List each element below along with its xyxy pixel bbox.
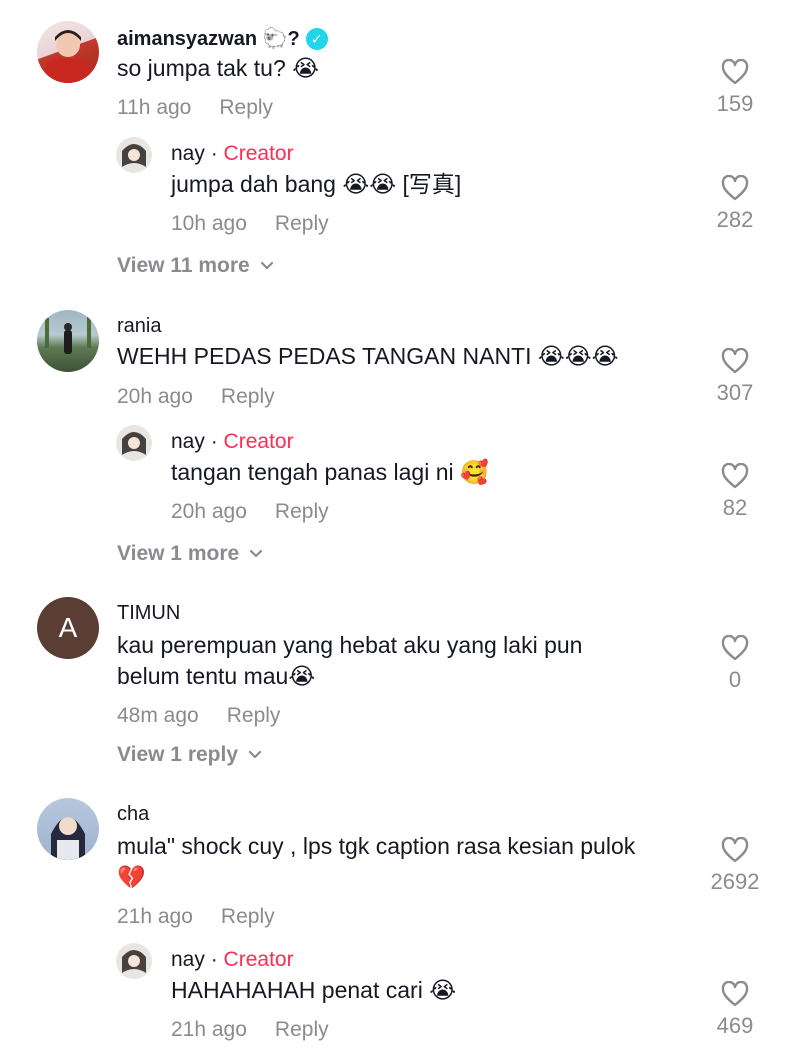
reply-author: nay · Creator [171, 948, 294, 972]
avatar-letter: A [58, 612, 78, 643]
comment-time: 11h ago [117, 96, 192, 119]
heart-outline-icon[interactable] [721, 348, 749, 374]
like-count: 282 [716, 207, 754, 232]
view-more-label[interactable]: View 1 reply [117, 743, 238, 767]
like-button[interactable]: 469 [700, 981, 770, 1039]
reply-text: HAHAHAHAH penat cari 😭 [171, 977, 457, 1003]
avatar-cha[interactable] [37, 798, 99, 860]
like-button[interactable]: 307 [700, 348, 770, 406]
like-count: 307 [716, 380, 754, 405]
comment-time: 20h ago [117, 385, 193, 408]
like-count: 0 [728, 667, 742, 692]
heart-outline-icon[interactable] [721, 59, 749, 85]
reply-button[interactable]: Reply [275, 500, 329, 523]
separator: · [210, 142, 218, 165]
reply-meta: 10h ago Reply [171, 212, 329, 236]
heart-outline-icon[interactable] [721, 981, 749, 1007]
comment-username[interactable]: aimansyazwan 🐑? ✓ [117, 26, 328, 51]
like-button[interactable]: 0 [700, 635, 770, 693]
reply-username[interactable]: nay [171, 142, 205, 165]
comment-text-line: kau perempuan yang hebat aku yang laki p… [117, 632, 583, 658]
comment-text-line: mula" shock cuy , lps tgk caption rasa k… [117, 833, 636, 859]
reply-author: nay · Creator [171, 142, 294, 166]
avatar-aimansyazwan[interactable] [37, 21, 99, 83]
avatar-nay[interactable] [116, 137, 152, 173]
creator-label: Creator [223, 948, 294, 971]
avatar-nay[interactable] [116, 425, 152, 461]
comment-meta: 21h ago Reply [117, 905, 275, 929]
like-button[interactable]: 2692 [700, 837, 770, 895]
reply-username[interactable]: nay [171, 948, 205, 971]
comment-username[interactable]: TIMUN [117, 602, 180, 625]
reply-button[interactable]: Reply [221, 905, 275, 928]
comment-meta: 11h ago Reply [117, 96, 273, 120]
view-more-label[interactable]: View 1 more [117, 542, 239, 566]
reply-time: 10h ago [171, 212, 247, 235]
view-more-replies-button[interactable]: View 1 more [117, 542, 263, 566]
like-count: 469 [716, 1013, 754, 1038]
reply-button[interactable]: Reply [275, 212, 329, 235]
comment-username[interactable]: cha [117, 803, 149, 826]
creator-label: Creator [223, 142, 294, 165]
comment-meta: 48m ago Reply [117, 704, 280, 728]
comment-text-line: belum tentu mau😭 [117, 663, 316, 689]
comment-username[interactable]: rania [117, 315, 161, 338]
comment-time: 48m ago [117, 704, 199, 727]
chevron-down-icon [248, 750, 262, 759]
reply-author: nay · Creator [171, 430, 294, 454]
reply-button[interactable]: Reply [275, 1018, 329, 1041]
reply-button[interactable]: Reply [227, 704, 281, 727]
view-more-replies-button[interactable]: View 1 reply [117, 743, 262, 767]
reply-text: tangan tengah panas lagi ni 🥰 [171, 459, 489, 485]
comment-text-line: 💔 [117, 864, 146, 890]
comment-text: mula" shock cuy , lps tgk caption rasa k… [117, 831, 635, 893]
heart-outline-icon[interactable] [721, 463, 749, 489]
comment-time: 21h ago [117, 905, 193, 928]
like-count: 159 [716, 91, 754, 116]
creator-label: Creator [223, 430, 294, 453]
chevron-down-icon [260, 261, 273, 270]
reply-button[interactable]: Reply [221, 385, 275, 408]
avatar-timun[interactable]: A [37, 597, 99, 659]
username-suffix: 🐑? [262, 28, 300, 50]
username-text[interactable]: aimansyazwan [117, 28, 257, 50]
like-button[interactable]: 159 [700, 59, 770, 117]
comment-text: WEHH PEDAS PEDAS TANGAN NANTI 😭😭😭 [117, 343, 619, 369]
separator: · [210, 948, 218, 971]
comment-text: kau perempuan yang hebat aku yang laki p… [117, 630, 582, 692]
heart-outline-icon[interactable] [721, 837, 749, 863]
comment-meta: 20h ago Reply [117, 385, 275, 409]
verified-badge-icon: ✓ [305, 28, 328, 50]
avatar-nay[interactable] [116, 943, 152, 979]
heart-outline-icon[interactable] [721, 635, 749, 661]
separator: · [210, 430, 218, 453]
reply-text: jumpa dah bang 😭😭 [写真] [171, 171, 462, 197]
reply-meta: 21h ago Reply [171, 1018, 329, 1042]
view-more-replies-button[interactable]: View 11 more [117, 254, 274, 278]
comment-text: so jumpa tak tu? 😭 [117, 55, 320, 81]
avatar-rania[interactable] [37, 310, 99, 372]
like-button[interactable]: 82 [700, 463, 770, 521]
chevron-down-icon [250, 549, 263, 558]
like-count: 82 [722, 495, 748, 520]
like-count: 2692 [710, 869, 760, 894]
reply-button[interactable]: Reply [219, 96, 273, 119]
reply-username[interactable]: nay [171, 430, 205, 453]
like-button[interactable]: 282 [700, 175, 770, 233]
reply-time: 21h ago [171, 1018, 247, 1041]
view-more-label[interactable]: View 11 more [117, 254, 250, 278]
reply-meta: 20h ago Reply [171, 500, 329, 524]
heart-outline-icon[interactable] [721, 175, 749, 201]
reply-time: 20h ago [171, 500, 247, 523]
